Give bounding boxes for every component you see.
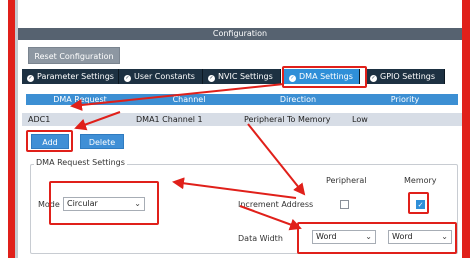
arrow-to-mode bbox=[172, 177, 297, 199]
arrow-tab-to-table bbox=[70, 83, 285, 111]
arrow-table-to-add bbox=[74, 111, 121, 131]
arrow-row-to-increment bbox=[247, 123, 306, 196]
arrow-to-data-width bbox=[239, 205, 302, 231]
annotation-arrows bbox=[70, 83, 306, 231]
